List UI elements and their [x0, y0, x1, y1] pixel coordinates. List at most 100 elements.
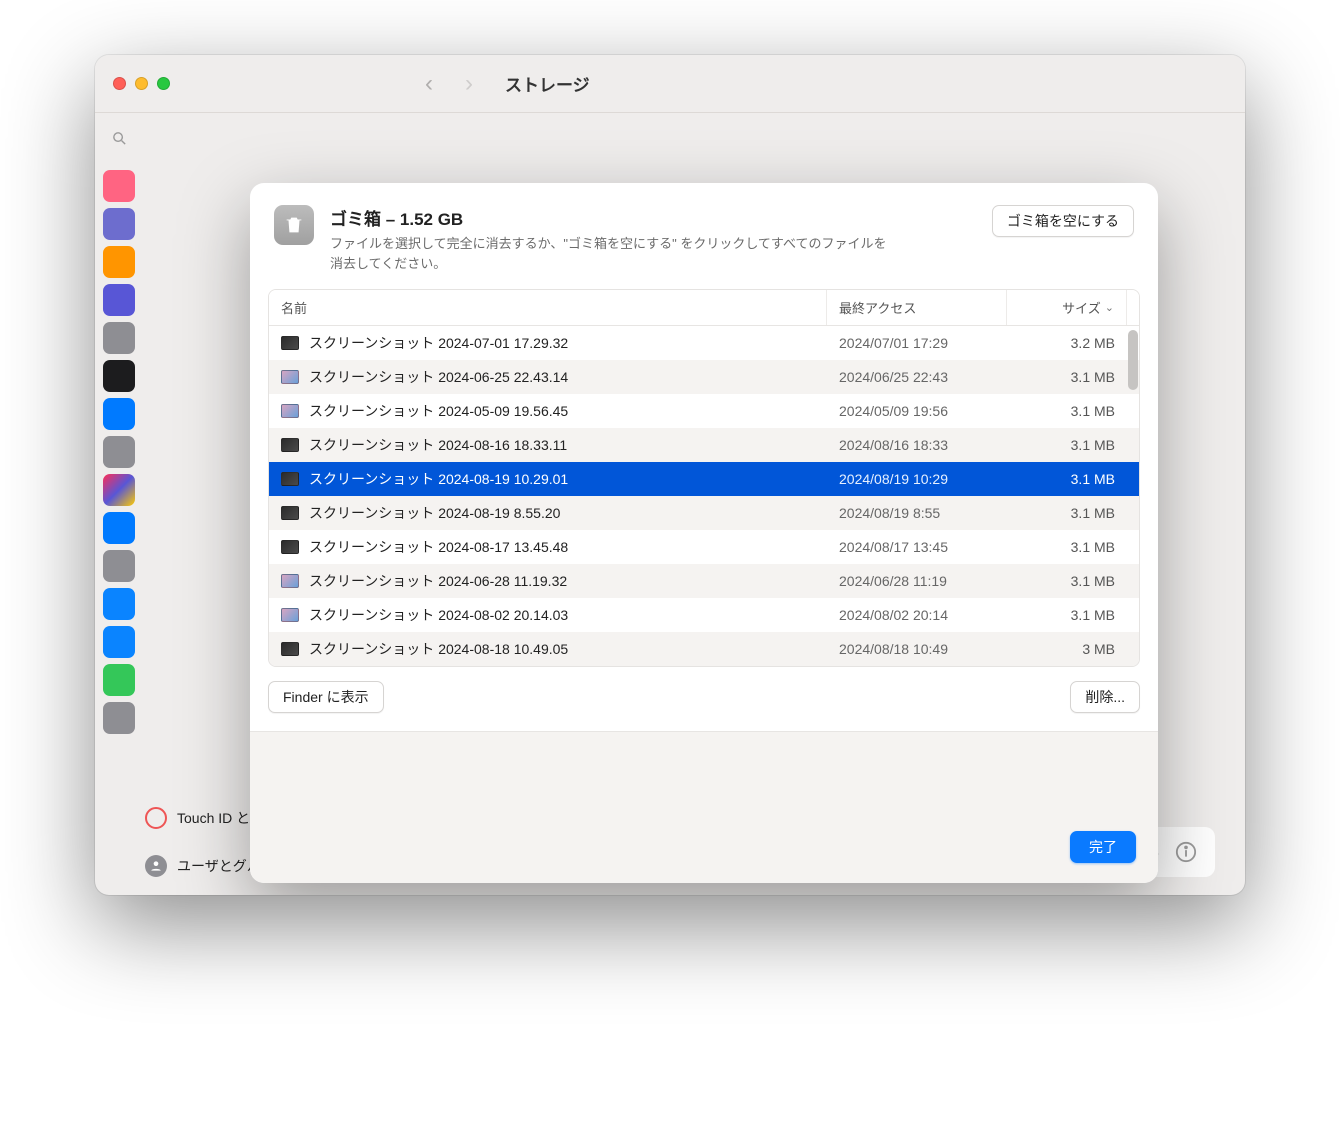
- file-size: 3.1 MB: [1007, 403, 1127, 419]
- table-row[interactable]: スクリーンショット 2024-08-02 20.14.03 2024/08/02 …: [269, 598, 1139, 632]
- sidebar-item-icon: [103, 626, 135, 658]
- file-size: 3.1 MB: [1007, 539, 1127, 555]
- column-header-label: サイズ: [1062, 298, 1101, 317]
- file-thumbnail-icon: [281, 472, 299, 486]
- file-size: 3.1 MB: [1007, 471, 1127, 487]
- table-row[interactable]: スクリーンショット 2024-07-01 17.29.32 2024/07/01 …: [269, 326, 1139, 360]
- file-thumbnail-icon: [281, 608, 299, 622]
- file-size: 3.1 MB: [1007, 573, 1127, 589]
- nav-forward-button[interactable]: ›: [465, 70, 473, 98]
- titlebar: ‹ › ストレージ: [95, 55, 1245, 113]
- file-thumbnail-icon: [281, 642, 299, 656]
- nav-back-button[interactable]: ‹: [425, 70, 433, 98]
- table-header: 名前 最終アクセス サイズ ⌄: [269, 290, 1139, 326]
- file-name: スクリーンショット 2024-08-17 13.45.48: [309, 537, 568, 557]
- page-title: ストレージ: [505, 71, 590, 96]
- trash-icon: [274, 205, 314, 245]
- table-row[interactable]: スクリーンショット 2024-06-28 11.19.32 2024/06/28 …: [269, 564, 1139, 598]
- dialog-footer: 完了: [250, 732, 1158, 883]
- file-size: 3.1 MB: [1007, 505, 1127, 521]
- table-row[interactable]: スクリーンショット 2024-08-19 10.29.01 2024/08/19 …: [269, 462, 1139, 496]
- column-header-name[interactable]: 名前: [269, 290, 827, 325]
- sidebar-item-icon: [103, 284, 135, 316]
- file-size: 3.2 MB: [1007, 335, 1127, 351]
- file-thumbnail-icon: [281, 574, 299, 588]
- file-name: スクリーンショット 2024-08-16 18.33.11: [309, 435, 567, 455]
- file-name: スクリーンショット 2024-06-28 11.19.32: [309, 571, 567, 591]
- empty-trash-button[interactable]: ゴミ箱を空にする: [992, 205, 1134, 237]
- file-thumbnail-icon: [281, 336, 299, 350]
- sidebar-item-icon: [103, 588, 135, 620]
- sidebar-item-icon: [103, 246, 135, 278]
- close-window-button[interactable]: [113, 77, 126, 90]
- file-size: 3.1 MB: [1007, 437, 1127, 453]
- file-name: スクリーンショット 2024-08-02 20.14.03: [309, 605, 568, 625]
- file-thumbnail-icon: [281, 506, 299, 520]
- nav-arrows: ‹ ›: [425, 70, 473, 98]
- file-size: 3.1 MB: [1007, 369, 1127, 385]
- touchid-icon: [145, 807, 167, 829]
- file-table: 名前 最終アクセス サイズ ⌄ スクリーンショット 2024-07-01 17.…: [268, 289, 1140, 667]
- table-row[interactable]: スクリーンショット 2024-08-16 18.33.11 2024/08/16 …: [269, 428, 1139, 462]
- dialog-description: ファイルを選択して完全に消去するか、"ゴミ箱を空にする" をクリックしてすべての…: [330, 234, 890, 273]
- sidebar-item-icon: [103, 512, 135, 544]
- sidebar-item-icon: [103, 322, 135, 354]
- table-row[interactable]: スクリーンショット 2024-08-17 13.45.48 2024/08/17 …: [269, 530, 1139, 564]
- sidebar-item-icon: [103, 360, 135, 392]
- scrollbar[interactable]: [1128, 330, 1138, 390]
- file-name: スクリーンショット 2024-08-19 8.55.20: [309, 503, 560, 523]
- file-last-access: 2024/08/19 10:29: [827, 471, 1007, 487]
- file-last-access: 2024/08/19 8:55: [827, 505, 1007, 521]
- sidebar-item-icon: [103, 170, 135, 202]
- sidebar-item-icon: [103, 702, 135, 734]
- trash-dialog: ゴミ箱 – 1.52 GB ファイルを選択して完全に消去するか、"ゴミ箱を空にす…: [250, 183, 1158, 883]
- dialog-header: ゴミ箱 – 1.52 GB ファイルを選択して完全に消去するか、"ゴミ箱を空にす…: [250, 183, 1158, 289]
- file-thumbnail-icon: [281, 404, 299, 418]
- column-header-last-access[interactable]: 最終アクセス: [827, 290, 1007, 325]
- file-last-access: 2024/08/17 13:45: [827, 539, 1007, 555]
- table-row[interactable]: スクリーンショット 2024-08-18 10.49.05 2024/08/18 …: [269, 632, 1139, 666]
- file-name: スクリーンショット 2024-07-01 17.29.32: [309, 333, 568, 353]
- dialog-title: ゴミ箱 – 1.52 GB: [330, 205, 976, 230]
- system-settings-window: ‹ › ストレージ: [95, 55, 1245, 895]
- table-row[interactable]: スクリーンショット 2024-08-19 8.55.20 2024/08/19 8…: [269, 496, 1139, 530]
- file-last-access: 2024/08/16 18:33: [827, 437, 1007, 453]
- file-last-access: 2024/05/09 19:56: [827, 403, 1007, 419]
- sidebar-item-icon: [103, 664, 135, 696]
- file-size: 3 MB: [1007, 641, 1127, 657]
- file-name: スクリーンショット 2024-08-19 10.29.01: [309, 469, 568, 489]
- traffic-lights: [113, 77, 170, 90]
- file-size: 3.1 MB: [1007, 607, 1127, 623]
- show-in-finder-button[interactable]: Finder に表示: [268, 681, 384, 713]
- dialog-row-actions: Finder に表示 削除...: [250, 667, 1158, 732]
- file-thumbnail-icon: [281, 370, 299, 384]
- minimize-window-button[interactable]: [135, 77, 148, 90]
- search-icon: [107, 123, 143, 153]
- sidebar-item-icon: [103, 474, 135, 506]
- sidebar-item-icon: [103, 550, 135, 582]
- sidebar: [103, 170, 141, 734]
- delete-button[interactable]: 削除...: [1070, 681, 1140, 713]
- file-last-access: 2024/07/01 17:29: [827, 335, 1007, 351]
- sidebar-item-icon: [103, 398, 135, 430]
- table-row[interactable]: スクリーンショット 2024-06-25 22.43.14 2024/06/25 …: [269, 360, 1139, 394]
- table-body: スクリーンショット 2024-07-01 17.29.32 2024/07/01 …: [269, 326, 1139, 666]
- file-last-access: 2024/08/18 10:49: [827, 641, 1007, 657]
- info-icon[interactable]: [1175, 841, 1197, 863]
- file-name: スクリーンショット 2024-06-25 22.43.14: [309, 367, 568, 387]
- file-last-access: 2024/08/02 20:14: [827, 607, 1007, 623]
- file-last-access: 2024/06/28 11:19: [827, 573, 1007, 589]
- file-last-access: 2024/06/25 22:43: [827, 369, 1007, 385]
- sidebar-item-icon: [103, 436, 135, 468]
- zoom-window-button[interactable]: [157, 77, 170, 90]
- file-thumbnail-icon: [281, 540, 299, 554]
- done-button[interactable]: 完了: [1070, 831, 1136, 863]
- column-header-size[interactable]: サイズ ⌄: [1007, 290, 1127, 325]
- file-thumbnail-icon: [281, 438, 299, 452]
- table-row[interactable]: スクリーンショット 2024-05-09 19.56.45 2024/05/09 …: [269, 394, 1139, 428]
- file-name: スクリーンショット 2024-08-18 10.49.05: [309, 639, 568, 659]
- sidebar-item-icon: [103, 208, 135, 240]
- file-name: スクリーンショット 2024-05-09 19.56.45: [309, 401, 568, 421]
- users-icon: [145, 855, 167, 877]
- chevron-down-icon: ⌄: [1105, 301, 1114, 314]
